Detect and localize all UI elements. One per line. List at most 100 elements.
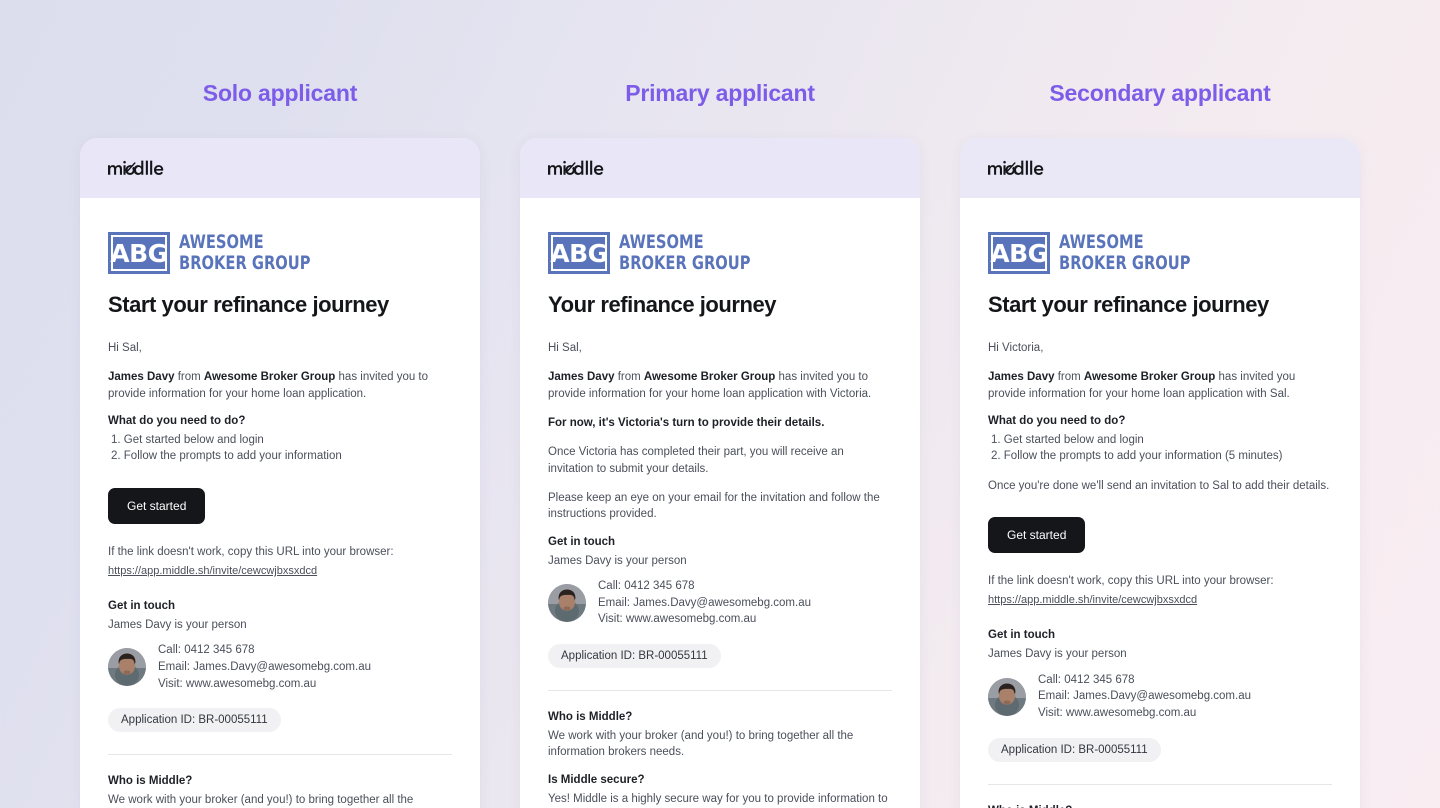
contact-visit: Visit: www.awesomebg.com.au — [158, 677, 317, 690]
contact-intro: James Davy is your person — [988, 648, 1127, 661]
invite-mid: from — [614, 371, 644, 384]
turn-notice: For now, it's Victoria's turn to provide… — [548, 416, 825, 429]
contact-visit: Visit: www.awesomebg.com.au — [598, 613, 757, 626]
greeting: Hi Sal, — [548, 342, 582, 354]
who-is-middle-heading: Who is Middle? — [988, 805, 1332, 808]
invite-paragraph: James Davy from Awesome Broker Group has… — [548, 369, 892, 402]
invite-url-link[interactable]: https://app.middle.sh/invite/cewcwjbxsxd… — [988, 594, 1197, 606]
divider — [108, 754, 452, 756]
card-header — [80, 138, 480, 198]
abg-logo: ABG AWESOME BROKER GROUP — [108, 232, 452, 274]
page-title: Your refinance journey — [548, 292, 777, 317]
broker-name: James Davy — [108, 371, 175, 384]
application-id-badge: Application ID: BR-00055111 — [548, 643, 721, 668]
get-in-touch-heading: Get in touch — [548, 535, 616, 548]
invite-url-link[interactable]: https://app.middle.sh/invite/cewcwjbxsxd… — [108, 565, 317, 577]
abg-mark-text: ABG — [110, 235, 168, 271]
invite-paragraph: James Davy from Awesome Broker Group has… — [108, 369, 452, 402]
url-lead-text: If the link doesn't work, copy this URL … — [988, 574, 1274, 587]
card-header — [960, 138, 1360, 198]
greeting: Hi Sal, — [108, 342, 142, 354]
who-is-middle-body: We work with your broker (and you!) to b… — [548, 729, 854, 759]
abg-wordmark: AWESOME BROKER GROUP — [179, 232, 310, 274]
middle-logo-icon — [988, 157, 1058, 179]
what-to-do-heading: What do you need to do? — [108, 414, 246, 427]
get-started-button[interactable]: Get started — [108, 487, 206, 524]
avatar — [108, 648, 146, 687]
once-completed-paragraph: Once Victoria has completed their part, … — [548, 446, 844, 475]
email-card-primary: ABG AWESOME BROKER GROUP Your refinance … — [520, 138, 920, 808]
column-title-secondary: Secondary applicant — [1049, 80, 1271, 106]
invite-url-block: If the link doesn't work, copy this URL … — [988, 573, 1332, 608]
invite-mid: from — [1054, 371, 1084, 384]
broker-company: Awesome Broker Group — [643, 371, 776, 384]
step-item: 2. Follow the prompts to add your inform… — [991, 450, 1283, 463]
contact-lines: Call: 0412 345 678 Email: James.Davy@awe… — [158, 642, 371, 692]
abg-wordmark: AWESOME BROKER GROUP — [1059, 232, 1190, 274]
abg-line-1: AWESOME — [619, 231, 704, 254]
abg-mark-text: ABG — [990, 235, 1048, 271]
contact-lines: Call: 0412 345 678 Email: James.Davy@awe… — [598, 578, 811, 628]
step-item: 1. Get started below and login — [111, 433, 264, 446]
abg-line-1: AWESOME — [179, 231, 264, 254]
get-started-button[interactable]: Get started — [988, 516, 1086, 553]
page-stage: Solo applicant Primary applicant Seconda… — [0, 0, 1440, 808]
contact-intro: James Davy is your person — [548, 554, 687, 567]
card-body: ABG AWESOME BROKER GROUP Your refinance … — [520, 198, 920, 808]
get-in-touch-heading: Get in touch — [988, 629, 1056, 642]
contact-visit: Visit: www.awesomebg.com.au — [1038, 706, 1197, 719]
contact-call: Call: 0412 345 678 — [598, 579, 695, 592]
who-is-middle-heading: Who is Middle? — [548, 710, 633, 723]
contact-lines: Call: 0412 345 678 Email: James.Davy@awe… — [1038, 672, 1251, 722]
is-middle-secure-body: Yes! Middle is a highly secure way for y… — [548, 791, 892, 808]
abg-line-2: BROKER GROUP — [1059, 252, 1191, 274]
contact-email: Email: James.Davy@awesomebg.com.au — [598, 596, 812, 609]
contact-intro: James Davy is your person — [108, 618, 247, 631]
secure-body-text: Yes! Middle is a highly secure way for y… — [548, 792, 888, 805]
abg-logo: ABG AWESOME BROKER GROUP — [988, 232, 1332, 274]
broker-name: James Davy — [988, 371, 1055, 384]
broker-company: Awesome Broker Group — [1083, 371, 1216, 384]
invite-paragraph: James Davy from Awesome Broker Group has… — [988, 369, 1332, 402]
email-card-secondary: ABG AWESOME BROKER GROUP Start your refi… — [960, 138, 1360, 808]
contact-call: Call: 0412 345 678 — [1038, 673, 1135, 686]
invite-mid: from — [174, 371, 204, 384]
card-body: ABG AWESOME BROKER GROUP Start your refi… — [80, 198, 480, 808]
invite-url-block: If the link doesn't work, copy this URL … — [108, 544, 452, 579]
application-id-badge: Application ID: BR-00055111 — [988, 737, 1161, 762]
greeting: Hi Victoria, — [988, 342, 1044, 354]
what-to-do-heading: What do you need to do? — [988, 414, 1126, 427]
contact-block: Call: 0412 345 678 Email: James.Davy@awe… — [548, 578, 892, 628]
keep-an-eye-paragraph: Please keep an eye on your email for the… — [548, 491, 880, 521]
contact-block: Call: 0412 345 678 Email: James.Davy@awe… — [988, 672, 1332, 722]
step-item: 2. Follow the prompts to add your inform… — [111, 450, 342, 463]
contact-email: Email: James.Davy@awesomebg.com.au — [1038, 690, 1252, 703]
application-id-badge: Application ID: BR-00055111 — [108, 708, 281, 733]
get-in-touch-heading: Get in touch — [108, 599, 176, 612]
page-title: Start your refinance journey — [108, 292, 389, 317]
divider — [548, 689, 892, 691]
email-card-solo: ABG AWESOME BROKER GROUP Start your refi… — [80, 138, 480, 808]
column-title-primary: Primary applicant — [625, 80, 815, 106]
step-item: 1. Get started below and login — [991, 433, 1144, 446]
card-body: ABG AWESOME BROKER GROUP Start your refi… — [960, 198, 1360, 808]
steps-list: 1. Get started below and login 2. Follow… — [988, 432, 1332, 465]
steps-list: 1. Get started below and login 2. Follow… — [108, 432, 452, 465]
divider — [988, 783, 1332, 785]
abg-line-2: BROKER GROUP — [179, 252, 311, 274]
abg-line-1: AWESOME — [1059, 231, 1144, 254]
once-done-paragraph: Once you're done we'll send an invitatio… — [988, 479, 1330, 492]
abg-mark-icon: ABG — [548, 232, 610, 274]
url-lead-text: If the link doesn't work, copy this URL … — [108, 545, 394, 558]
abg-wordmark: AWESOME BROKER GROUP — [619, 232, 750, 274]
abg-logo: ABG AWESOME BROKER GROUP — [548, 232, 892, 274]
middle-logo-icon — [108, 157, 178, 179]
avatar — [988, 677, 1026, 716]
page-title: Start your refinance journey — [988, 292, 1269, 317]
middle-logo-icon — [548, 157, 618, 179]
abg-mark-icon: ABG — [988, 232, 1050, 274]
abg-mark-text: ABG — [550, 235, 608, 271]
contact-block: Call: 0412 345 678 Email: James.Davy@awe… — [108, 642, 452, 692]
who-is-middle-body: We work with your broker (and you!) to b… — [108, 794, 414, 807]
abg-mark-icon: ABG — [108, 232, 170, 274]
